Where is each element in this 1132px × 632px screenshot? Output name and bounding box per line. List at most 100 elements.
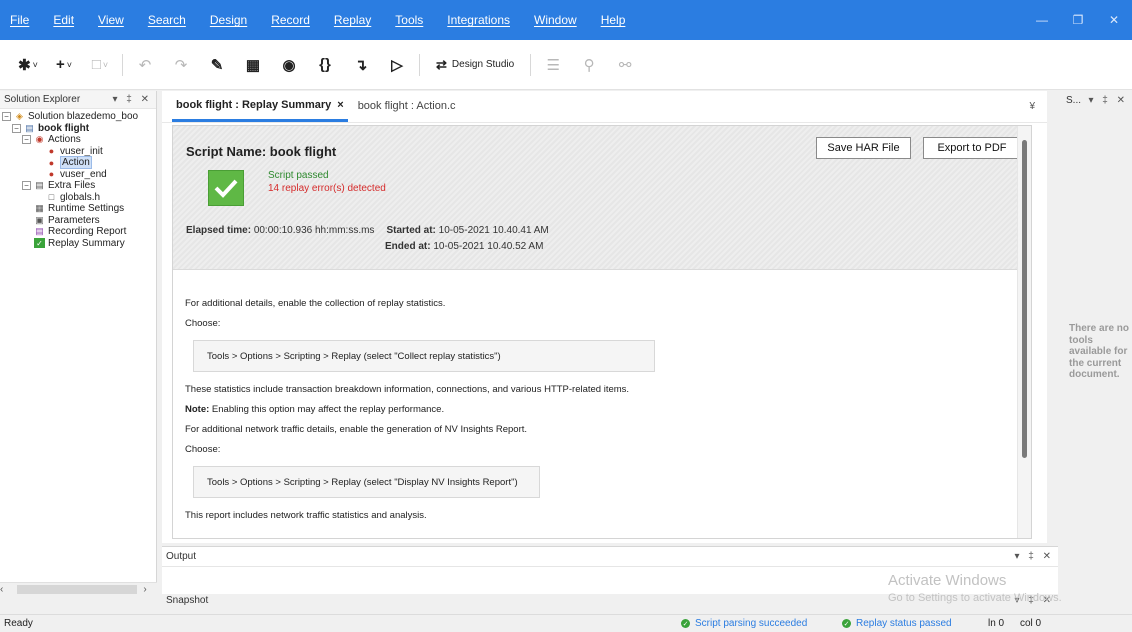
- add-menu-icon[interactable]: + ˅: [50, 51, 78, 79]
- watermark-title: Activate Windows: [888, 572, 1007, 589]
- tree-item-label: Action: [60, 156, 92, 170]
- toolbar: ✱ ˅ + ˅ □ ˅ ↶ ↷ ✎ ▦ ◉ {} ↴ ▷ ⇄ Design Studi…: [0, 40, 1132, 90]
- tree-item-parameters[interactable]: ▣ Parameters: [0, 215, 156, 227]
- menu-integrations[interactable]: Integrations: [435, 13, 522, 27]
- activate-windows-watermark: Activate Windows Go to Settings to activ…: [888, 572, 1062, 604]
- output-header: Output ▾ ‡ ✕: [162, 547, 1058, 567]
- menu-view[interactable]: View: [86, 13, 136, 27]
- scrollbar-thumb[interactable]: [17, 585, 138, 594]
- tab-replay-summary[interactable]: book flight : Replay Summary ×: [172, 90, 348, 122]
- play-icon[interactable]: ▷: [383, 51, 411, 79]
- status-parsing-text: Script parsing succeeded: [695, 618, 808, 629]
- tree-item-runtime-settings[interactable]: ▦ Runtime Settings: [0, 203, 156, 215]
- stats-option-path: Tools > Options > Scripting > Replay (se…: [193, 340, 655, 372]
- tree-item-vuser-end[interactable]: ● vuser_end: [0, 169, 156, 181]
- tree-item-action[interactable]: ● Action: [0, 156, 156, 170]
- toolbar-separator: [419, 53, 420, 76]
- scrollbar-thumb[interactable]: [1022, 140, 1027, 458]
- tree-item-book-flight[interactable]: − ▤ book flight: [0, 123, 156, 135]
- summary-body: For additional details, enable the colle…: [173, 270, 1031, 526]
- tree-item-label: vuser_end: [60, 168, 107, 180]
- save-har-button[interactable]: Save HAR File: [816, 137, 911, 159]
- design-studio-button[interactable]: ⇄ Design Studio: [428, 51, 522, 79]
- note: Note: Enabling this option may affect th…: [185, 400, 1031, 420]
- solution-explorer-header: Solution Explorer ▾ ‡ ✕: [0, 91, 156, 109]
- tab-action-c[interactable]: book flight : Action.c: [354, 90, 460, 122]
- save-icon[interactable]: □ ˅: [86, 51, 114, 79]
- status-replay: ✓ Replay status passed: [842, 618, 952, 629]
- close-icon[interactable]: ✕: [1096, 0, 1132, 40]
- tab-label: book flight : Replay Summary: [176, 98, 332, 111]
- no-tools-message: There are no tools available for the cur…: [1069, 323, 1130, 380]
- export-pdf-button[interactable]: Export to PDF: [923, 137, 1021, 159]
- vertical-scrollbar[interactable]: [1017, 126, 1031, 538]
- menu-edit[interactable]: Edit: [41, 13, 86, 27]
- script-name: Script Name: book flight: [186, 144, 337, 159]
- tree-item-extra-files[interactable]: − ▤ Extra Files: [0, 180, 156, 192]
- started-value: 10-05-2021 10.40.41 AM: [438, 224, 549, 236]
- tree-item-label: Replay Summary: [48, 237, 125, 249]
- collapse-toggle[interactable]: −: [22, 135, 31, 145]
- output-title: Output: [166, 551, 197, 562]
- file-icon: □: [48, 192, 55, 203]
- list-icon[interactable]: ☰: [539, 51, 567, 79]
- panel-controls[interactable]: ▾ ‡ ✕: [1014, 551, 1054, 562]
- snapshot-title[interactable]: Snapshot: [166, 595, 208, 606]
- scroll-right-icon[interactable]: ›: [143, 584, 146, 595]
- tree-item-label: Recording Report: [48, 226, 127, 238]
- menu-record[interactable]: Record: [259, 13, 322, 27]
- tree-item-replay-summary[interactable]: ✓ Replay Summary: [0, 238, 156, 250]
- tree-item-solution[interactable]: − ◈ Solution blazedemo_boo: [0, 111, 156, 123]
- status-column: col 0: [1020, 618, 1042, 629]
- passed-check-icon: [208, 170, 244, 206]
- search-icon[interactable]: ⚲: [575, 51, 603, 79]
- undo-icon[interactable]: ↶: [131, 51, 159, 79]
- tree-item-actions[interactable]: − ◉ Actions: [0, 134, 156, 146]
- menu-design[interactable]: Design: [198, 13, 259, 27]
- collapse-toggle[interactable]: −: [22, 181, 31, 191]
- solution-icon: ◈: [16, 111, 23, 122]
- design-studio-icon: ⇄: [436, 56, 447, 72]
- action-icon: ●: [48, 146, 55, 157]
- toolbar-separator: [122, 53, 123, 76]
- redo-icon[interactable]: ↷: [167, 51, 195, 79]
- panel-controls[interactable]: ▾ ‡ ✕: [112, 94, 152, 105]
- script-icon[interactable]: ✎: [203, 51, 231, 79]
- nv-description: This report includes network traffic sta…: [185, 510, 427, 521]
- menu-file[interactable]: File: [0, 13, 41, 27]
- menu-search[interactable]: Search: [136, 13, 198, 27]
- braces-icon[interactable]: {}: [311, 51, 339, 79]
- asterisk-menu-icon[interactable]: ✱ ˅: [14, 51, 42, 79]
- nv-option-path: Tools > Options > Scripting > Replay (se…: [193, 466, 540, 498]
- scroll-left-icon[interactable]: ‹: [0, 584, 3, 595]
- check-icon: ✓: [34, 238, 45, 249]
- toolbox-panel: S... ▾ ‡ ✕ There are no tools available …: [1062, 91, 1132, 595]
- menu-help[interactable]: Help: [589, 13, 638, 27]
- menu-replay[interactable]: Replay: [322, 13, 383, 27]
- step-into-icon[interactable]: ↴: [347, 51, 375, 79]
- tree-item-recording-report[interactable]: ▤ Recording Report: [0, 226, 156, 238]
- zoom-icon[interactable]: ⚯: [611, 51, 639, 79]
- parameters-icon: ▣: [35, 214, 44, 225]
- status-ready: Ready: [4, 618, 33, 629]
- compare-icon[interactable]: ▦: [239, 51, 267, 79]
- ended-value: 10-05-2021 10.40.52 AM: [433, 240, 544, 252]
- script-file-icon: ▤: [25, 122, 34, 133]
- choose-label: Choose:: [185, 318, 221, 329]
- close-tab-icon[interactable]: ×: [337, 99, 343, 111]
- menu-tools[interactable]: Tools: [383, 13, 435, 27]
- tab-overflow-icon[interactable]: ¥: [1029, 101, 1035, 112]
- horizontal-scrollbar[interactable]: ‹ ›: [0, 582, 157, 596]
- collapse-toggle[interactable]: −: [12, 123, 21, 133]
- minimize-icon[interactable]: —: [1024, 0, 1060, 40]
- window-controls: — ❐ ✕: [1024, 0, 1132, 40]
- status-passed: Script passed: [268, 170, 329, 181]
- menu-bar: File Edit View Search Design Record Repl…: [0, 0, 1132, 40]
- summary-header: Script Name: book flight Script passed 1…: [173, 126, 1031, 270]
- tree-item-globals[interactable]: □ globals.h: [0, 192, 156, 204]
- restore-icon[interactable]: ❐: [1060, 0, 1096, 40]
- menu-window[interactable]: Window: [522, 13, 589, 27]
- collapse-toggle[interactable]: −: [2, 112, 11, 122]
- record-icon[interactable]: ◉: [275, 51, 303, 79]
- panel-controls[interactable]: ▾ ‡ ✕: [1088, 95, 1128, 106]
